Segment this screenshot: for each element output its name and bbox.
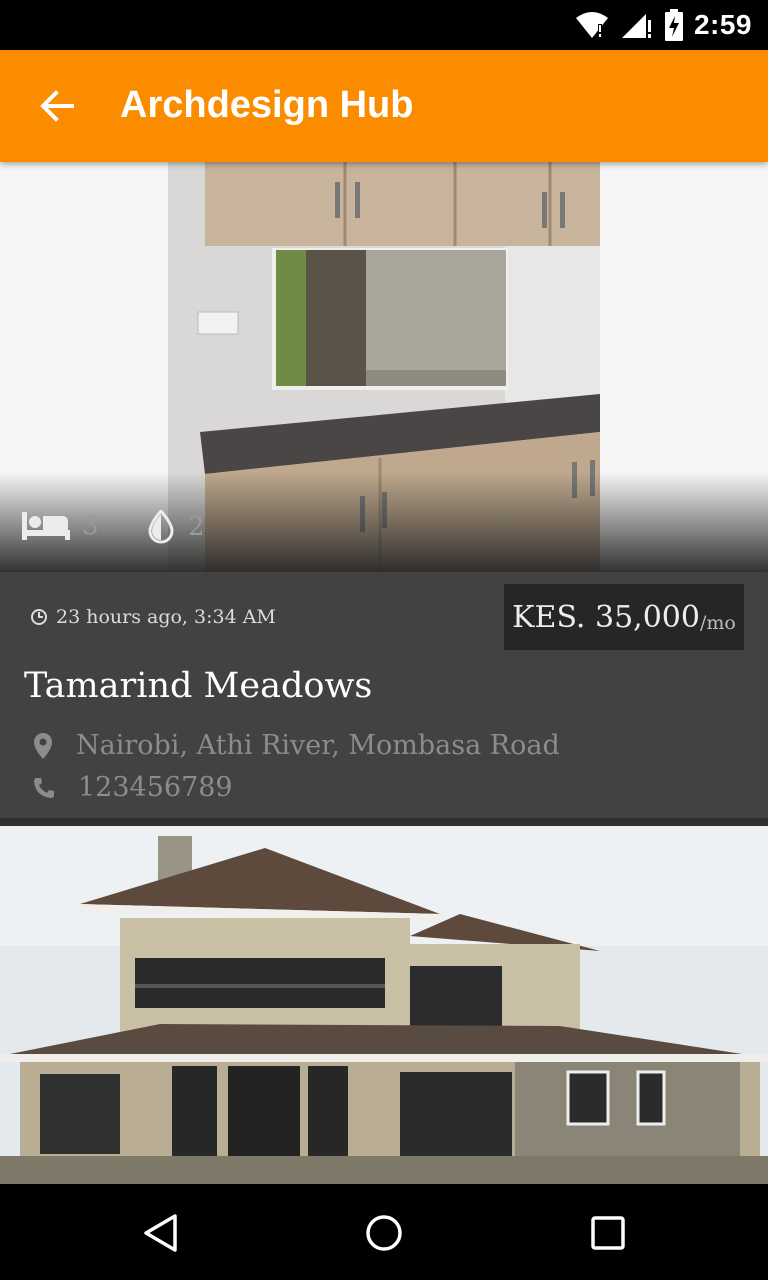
posted-time: 23 hours ago, 3:34 AM [30, 606, 276, 628]
phone-text: 123456789 [78, 772, 233, 803]
location-text: Nairobi, Athi River, Mombasa Road [76, 730, 560, 761]
location-pin-icon [34, 732, 52, 759]
battery-charging-icon [664, 9, 683, 41]
nav-home-button[interactable] [359, 1208, 409, 1258]
posted-time-text: 23 hours ago, 3:34 AM [56, 606, 276, 628]
image-gradient [0, 472, 768, 572]
home-circle-icon [366, 1215, 402, 1251]
navigation-bar [0, 1184, 768, 1280]
clock-icon [31, 609, 47, 625]
bathroom-value: 2 [188, 512, 205, 542]
bedroom-count: 3 [22, 510, 99, 542]
status-icons: 2:59 [574, 8, 752, 42]
nav-recents-button[interactable] [583, 1208, 633, 1258]
listing-image[interactable] [0, 162, 768, 572]
arrow-back-icon [40, 90, 74, 122]
price-box: KES. 35,000 /mo [504, 584, 744, 650]
signal-alert-icon [621, 14, 651, 38]
listing-card[interactable]: 23 hours ago, 3:34 AM KES. 35,000 /mo Ta… [0, 572, 768, 821]
bedroom-value: 3 [82, 511, 99, 541]
listing-title: Tamarind Meadows [24, 666, 373, 706]
price: KES. 35,000 [512, 599, 700, 635]
nav-back-button[interactable] [135, 1208, 185, 1258]
bathroom-count: 2 [146, 510, 205, 544]
app-bar: Archdesign Hub [0, 50, 768, 162]
house-photo [0, 826, 768, 1184]
location-row: Nairobi, Athi River, Mombasa Road [32, 730, 560, 761]
phone-row[interactable]: 123456789 [32, 772, 233, 803]
recents-square-icon [591, 1216, 625, 1250]
status-bar: 2:59 [0, 0, 768, 50]
status-time: 2:59 [693, 9, 752, 40]
app-title: Archdesign Hub [120, 84, 414, 126]
phone-icon [34, 777, 54, 798]
wifi-alert-icon [575, 12, 608, 38]
back-triangle-icon [144, 1214, 177, 1252]
price-unit: /mo [699, 612, 736, 634]
water-drop-icon [148, 510, 174, 544]
listing-image-2[interactable] [0, 826, 768, 1184]
back-button[interactable] [30, 80, 82, 132]
bed-icon [22, 512, 70, 540]
